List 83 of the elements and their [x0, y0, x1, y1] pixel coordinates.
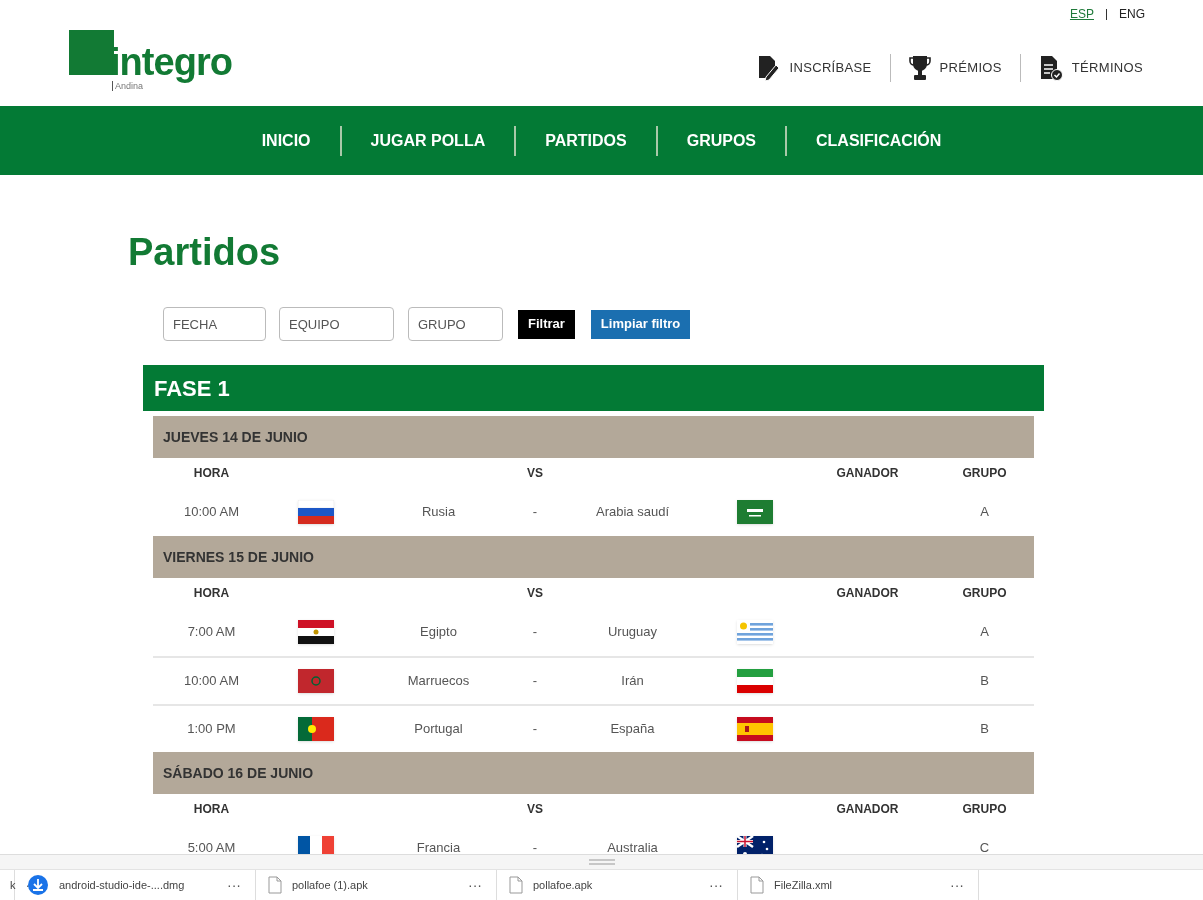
more-options-icon[interactable]: ··· [950, 874, 964, 896]
column-header: GRUPO [962, 801, 1007, 818]
download-icon [27, 874, 49, 896]
header-link[interactable]: TÉRMINOS [1036, 55, 1145, 81]
group-letter: A [980, 503, 989, 522]
filter-field[interactable]: FECHA [163, 307, 266, 341]
file-icon [268, 876, 282, 894]
column-header: HORA [193, 585, 230, 602]
versus-dash: - [532, 839, 538, 854]
header-link[interactable]: PRÉMIOS [906, 55, 1004, 81]
document-pencil-icon [756, 55, 781, 81]
logo-wordmark: integro [110, 43, 233, 81]
flag-icon [737, 717, 773, 741]
match-time: 7:00 AM [187, 623, 236, 642]
flag-icon [737, 620, 773, 644]
nav-link[interactable]: INICIO [232, 128, 340, 153]
nav-link[interactable]: GRUPOS [657, 128, 786, 153]
flag-icon [737, 669, 773, 693]
match-time: 5:00 AM [187, 839, 236, 854]
download-item[interactable]: k [0, 870, 15, 900]
nav-link[interactable]: CLASIFICACIÓN [787, 128, 971, 153]
resize-handle-icon[interactable] [588, 859, 615, 865]
column-header: GANADOR [836, 585, 899, 602]
clear-filter-button[interactable]: Limpiar filtro [590, 309, 691, 339]
versus-dash: - [532, 503, 538, 522]
download-item[interactable]: pollafoe (1).apk ··· [256, 870, 497, 900]
team-name: España [610, 720, 655, 739]
column-header: GANADOR [836, 801, 899, 818]
team-name: Francia [416, 839, 461, 854]
versus-dash: - [532, 720, 538, 739]
team-name: Marruecos [407, 672, 470, 691]
team-name: Rusia [421, 503, 456, 522]
document-check-icon [1038, 55, 1063, 81]
flag-icon [298, 620, 334, 644]
logo-square [69, 30, 114, 75]
more-options-icon[interactable]: ··· [709, 874, 723, 896]
team-name: Australia [607, 839, 658, 854]
column-header: VS [527, 585, 543, 602]
group-letter: C [979, 839, 990, 854]
phase-header: FASE 1 [143, 365, 1044, 411]
group-letter: B [980, 672, 989, 691]
column-header: GRUPO [962, 585, 1007, 602]
filter-button[interactable]: Filtrar [518, 309, 575, 339]
download-item[interactable]: FileZilla.xml ··· [738, 870, 979, 900]
column-header: VS [527, 801, 543, 818]
team-name: Egipto [420, 623, 457, 642]
team-name: Irán [621, 672, 644, 691]
flag-icon [298, 500, 334, 524]
group-letter: B [980, 720, 989, 739]
column-header: HORA [193, 801, 230, 818]
team-name: Portugal [414, 720, 463, 739]
language-link[interactable]: ENG [1119, 5, 1145, 23]
team-name: Arabia saudí [596, 503, 669, 522]
more-options-icon[interactable]: ··· [468, 874, 482, 896]
versus-dash: - [532, 623, 538, 642]
day-header: JUEVES 14 DE JUNIO [153, 416, 1034, 458]
match-time: 10:00 AM [184, 672, 239, 691]
flag-icon [737, 500, 773, 524]
download-item[interactable]: pollafoe.apk ··· [497, 870, 738, 900]
page-title: Partidos [128, 230, 282, 274]
group-letter: A [980, 623, 989, 642]
versus-dash: - [532, 672, 538, 691]
more-options-icon[interactable]: ··· [227, 874, 241, 896]
column-header: GANADOR [836, 465, 899, 482]
file-icon [750, 876, 764, 894]
filter-field[interactable]: EQUIPO [279, 307, 394, 341]
day-header: SÁBADO 16 DE JUNIO [153, 752, 1034, 794]
filter-field[interactable]: GRUPO [408, 307, 503, 341]
team-name: Uruguay [607, 623, 658, 642]
nav-link[interactable]: JUGAR POLLA [341, 128, 515, 153]
header-link[interactable]: INSCRÍBASE [754, 55, 874, 81]
flag-icon [298, 669, 334, 693]
column-header: HORA [193, 465, 230, 482]
column-header: GRUPO [962, 465, 1007, 482]
match-time: 10:00 AM [184, 503, 239, 522]
day-header: VIERNES 15 DE JUNIO [153, 536, 1034, 578]
match-time: 1:00 PM [187, 720, 236, 739]
file-icon [509, 876, 523, 894]
language-link[interactable]: ESP [1069, 5, 1094, 23]
nav-link[interactable]: PARTIDOS [516, 128, 656, 153]
column-header: VS [527, 465, 543, 482]
trophy-icon [908, 55, 931, 81]
flag-icon [298, 717, 334, 741]
